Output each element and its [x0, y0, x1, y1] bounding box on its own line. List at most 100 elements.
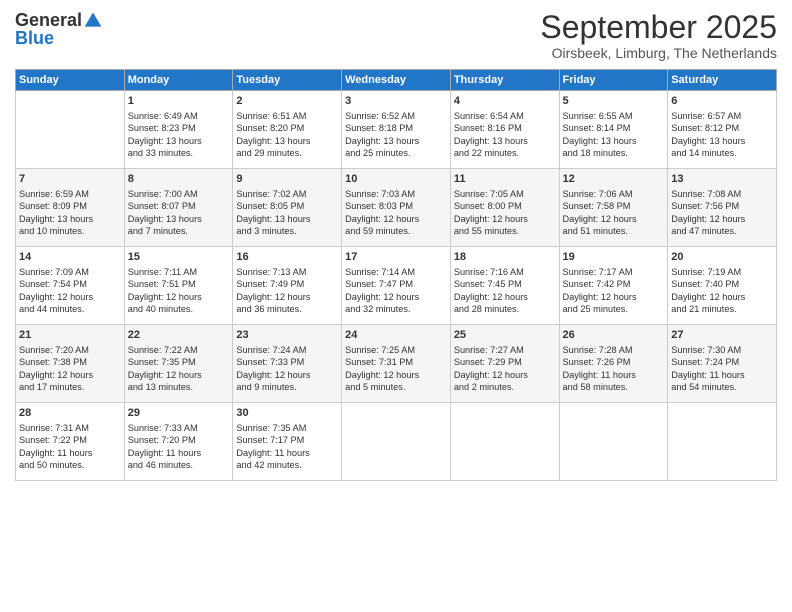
header-sunday: Sunday — [16, 70, 125, 91]
day-info-line: Daylight: 13 hours — [19, 213, 121, 225]
day-info-line: and 33 minutes. — [128, 147, 230, 159]
day-info-line: and 25 minutes. — [345, 147, 447, 159]
day-info-line: Sunset: 7:51 PM — [128, 278, 230, 290]
day-number: 30 — [236, 406, 338, 421]
day-info-line: Sunrise: 7:14 AM — [345, 266, 447, 278]
day-number: 29 — [128, 406, 230, 421]
day-number: 19 — [563, 250, 665, 265]
day-number: 7 — [19, 172, 121, 187]
day-info-line: and 58 minutes. — [563, 381, 665, 393]
day-info-line: Daylight: 12 hours — [563, 291, 665, 303]
day-number: 15 — [128, 250, 230, 265]
header-saturday: Saturday — [668, 70, 777, 91]
logo-general: General — [15, 11, 82, 29]
day-info-line: Daylight: 12 hours — [563, 213, 665, 225]
day-cell: 29Sunrise: 7:33 AMSunset: 7:20 PMDayligh… — [124, 403, 233, 481]
day-number: 24 — [345, 328, 447, 343]
day-number: 4 — [454, 94, 556, 109]
day-info-line: Sunrise: 7:13 AM — [236, 266, 338, 278]
day-info-line: Sunrise: 6:55 AM — [563, 110, 665, 122]
day-info-line: Sunrise: 7:33 AM — [128, 422, 230, 434]
day-info-line: Sunset: 7:40 PM — [671, 278, 773, 290]
day-number: 2 — [236, 94, 338, 109]
day-info-line: Sunset: 7:17 PM — [236, 434, 338, 446]
day-number: 1 — [128, 94, 230, 109]
day-info-line: Sunrise: 7:28 AM — [563, 344, 665, 356]
day-cell: 3Sunrise: 6:52 AMSunset: 8:18 PMDaylight… — [342, 91, 451, 169]
day-cell: 6Sunrise: 6:57 AMSunset: 8:12 PMDaylight… — [668, 91, 777, 169]
header-tuesday: Tuesday — [233, 70, 342, 91]
day-info-line: Sunset: 7:38 PM — [19, 356, 121, 368]
day-info-line: Sunset: 8:20 PM — [236, 122, 338, 134]
day-info-line: Sunset: 8:16 PM — [454, 122, 556, 134]
day-info-line: Sunset: 8:09 PM — [19, 200, 121, 212]
day-info-line: Sunrise: 6:51 AM — [236, 110, 338, 122]
day-info-line: Sunset: 7:33 PM — [236, 356, 338, 368]
day-info-line: Sunset: 7:45 PM — [454, 278, 556, 290]
day-info-line: Sunset: 7:26 PM — [563, 356, 665, 368]
day-info-line: and 18 minutes. — [563, 147, 665, 159]
day-info-line: Sunrise: 6:54 AM — [454, 110, 556, 122]
main-title: September 2025 — [540, 10, 777, 45]
day-cell: 19Sunrise: 7:17 AMSunset: 7:42 PMDayligh… — [559, 247, 668, 325]
day-info-line: and 7 minutes. — [128, 225, 230, 237]
day-info-line: and 29 minutes. — [236, 147, 338, 159]
day-info-line: Sunrise: 6:49 AM — [128, 110, 230, 122]
day-info-line: Sunrise: 7:20 AM — [19, 344, 121, 356]
day-cell: 8Sunrise: 7:00 AMSunset: 8:07 PMDaylight… — [124, 169, 233, 247]
day-info-line: Sunrise: 7:02 AM — [236, 188, 338, 200]
day-info-line: Sunset: 7:22 PM — [19, 434, 121, 446]
day-info-line: and 3 minutes. — [236, 225, 338, 237]
day-info-line: and 32 minutes. — [345, 303, 447, 315]
day-info-line: Sunset: 7:31 PM — [345, 356, 447, 368]
day-info-line: Sunrise: 7:05 AM — [454, 188, 556, 200]
day-cell — [450, 403, 559, 481]
day-info-line: Sunrise: 7:24 AM — [236, 344, 338, 356]
day-info-line: Daylight: 13 hours — [128, 213, 230, 225]
day-number: 20 — [671, 250, 773, 265]
day-info-line: Daylight: 13 hours — [671, 135, 773, 147]
day-info-line: Sunset: 7:20 PM — [128, 434, 230, 446]
day-info-line: and 54 minutes. — [671, 381, 773, 393]
day-number: 26 — [563, 328, 665, 343]
day-info-line: Sunset: 8:14 PM — [563, 122, 665, 134]
day-info-line: Daylight: 12 hours — [345, 291, 447, 303]
day-info-line: Sunrise: 6:59 AM — [19, 188, 121, 200]
day-info-line: Sunrise: 7:00 AM — [128, 188, 230, 200]
day-cell: 21Sunrise: 7:20 AMSunset: 7:38 PMDayligh… — [16, 325, 125, 403]
day-info-line: Sunrise: 7:35 AM — [236, 422, 338, 434]
day-info-line: Daylight: 11 hours — [236, 447, 338, 459]
week-row-4: 21Sunrise: 7:20 AMSunset: 7:38 PMDayligh… — [16, 325, 777, 403]
day-info-line: and 9 minutes. — [236, 381, 338, 393]
day-cell: 17Sunrise: 7:14 AMSunset: 7:47 PMDayligh… — [342, 247, 451, 325]
day-info-line: Daylight: 12 hours — [671, 291, 773, 303]
day-info-line: and 17 minutes. — [19, 381, 121, 393]
day-info-line: Daylight: 12 hours — [19, 291, 121, 303]
day-info-line: Daylight: 13 hours — [454, 135, 556, 147]
header-wednesday: Wednesday — [342, 70, 451, 91]
day-info-line: Sunset: 8:00 PM — [454, 200, 556, 212]
day-number: 8 — [128, 172, 230, 187]
day-cell: 10Sunrise: 7:03 AMSunset: 8:03 PMDayligh… — [342, 169, 451, 247]
day-info-line: Daylight: 11 hours — [563, 369, 665, 381]
day-info-line: Daylight: 12 hours — [345, 213, 447, 225]
day-info-line: Sunrise: 6:52 AM — [345, 110, 447, 122]
day-number: 18 — [454, 250, 556, 265]
day-number: 14 — [19, 250, 121, 265]
day-info-line: Daylight: 12 hours — [236, 291, 338, 303]
day-info-line: Sunset: 7:35 PM — [128, 356, 230, 368]
day-number: 28 — [19, 406, 121, 421]
day-info-line: Daylight: 12 hours — [236, 369, 338, 381]
day-cell: 11Sunrise: 7:05 AMSunset: 8:00 PMDayligh… — [450, 169, 559, 247]
day-info-line: Sunrise: 7:09 AM — [19, 266, 121, 278]
day-info-line: and 50 minutes. — [19, 459, 121, 471]
day-number: 27 — [671, 328, 773, 343]
day-cell: 24Sunrise: 7:25 AMSunset: 7:31 PMDayligh… — [342, 325, 451, 403]
day-info-line: and 36 minutes. — [236, 303, 338, 315]
day-cell: 26Sunrise: 7:28 AMSunset: 7:26 PMDayligh… — [559, 325, 668, 403]
day-info-line: Sunset: 8:23 PM — [128, 122, 230, 134]
day-info-line: Daylight: 13 hours — [563, 135, 665, 147]
title-block: September 2025 Oirsbeek, Limburg, The Ne… — [540, 10, 777, 61]
header-friday: Friday — [559, 70, 668, 91]
day-cell: 20Sunrise: 7:19 AMSunset: 7:40 PMDayligh… — [668, 247, 777, 325]
